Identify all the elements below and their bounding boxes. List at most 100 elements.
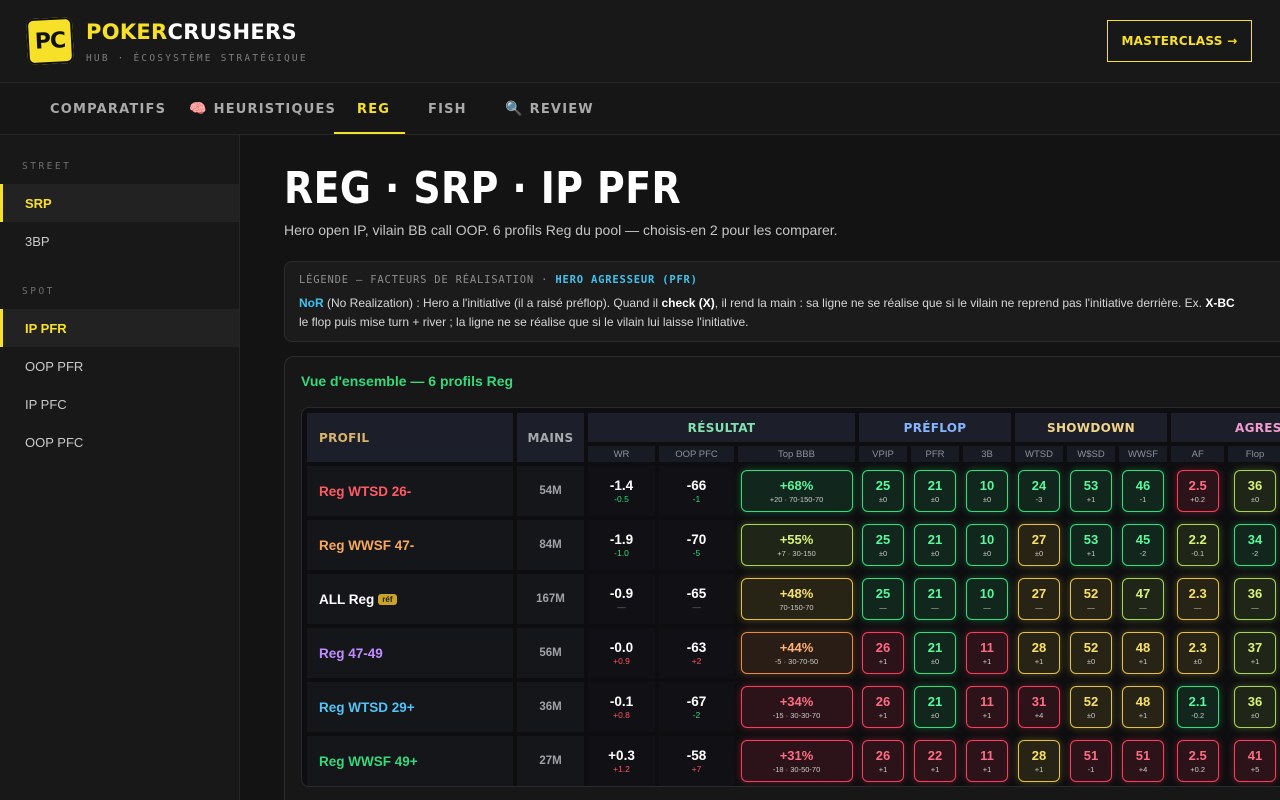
col-wtsd[interactable]: WTSD — [1015, 446, 1063, 462]
wr-cell: -0.1 +0.8 — [588, 682, 655, 732]
sidebar-item-oop-pfc[interactable]: OOP PFC — [0, 423, 239, 461]
top-bbb-box: +44% -5 · 30-70-50 — [740, 632, 853, 674]
wr-value: -0.1 — [609, 694, 634, 709]
tab-reg[interactable]: REG — [357, 83, 390, 135]
top-bbb-value: +44% — [779, 639, 814, 655]
tab-heuristiques[interactable]: 🧠 HEURISTIQUES — [189, 83, 336, 135]
profile-name-cell[interactable]: Reg WWSF 49+ — [307, 736, 513, 786]
wsd-cell: 52 ±0 — [1067, 682, 1115, 732]
wsd-delta: +1 — [1086, 494, 1096, 504]
col-pfr[interactable]: PFR — [911, 446, 959, 462]
profile-name-cell[interactable]: Reg 47-49 — [307, 628, 513, 678]
brand-name[interactable]: POKERCRUSHERS — [86, 20, 297, 44]
flop-value: 37 — [1247, 639, 1263, 655]
wtsd-cell: 27— — [1015, 574, 1063, 624]
af-value: 2.5 — [1188, 747, 1207, 763]
col-flop[interactable]: Flop — [1228, 446, 1280, 462]
profile-name: Reg WTSD 26- — [319, 483, 412, 499]
wtsd-value: 27 — [1031, 531, 1047, 547]
af-delta: ±0 — [1193, 656, 1202, 666]
wwsf-box: 51 +4 — [1122, 740, 1164, 782]
wsd-delta: ±0 — [1086, 710, 1096, 720]
profile-name-cell[interactable]: Reg WWSF 47- — [307, 520, 513, 570]
af-delta: +0.2 — [1190, 494, 1206, 504]
profile-name-cell[interactable]: ALL Reg réf — [307, 574, 513, 624]
top-bbb-cell: +44% -5 · 30-70-50 — [738, 628, 855, 678]
top-bbb-value: +34% — [779, 693, 814, 709]
sidebar-item-oop-pfr[interactable]: OOP PFR — [0, 347, 239, 385]
tab-comparatifs[interactable]: COMPARATIFS — [50, 83, 166, 135]
col-af[interactable]: AF — [1171, 446, 1225, 462]
profile-name-cell[interactable]: Reg WTSD 26- — [307, 466, 513, 516]
legend-heading-accent: HERO AGRESSEUR (PFR) — [555, 274, 698, 286]
wsd-value: 51 — [1083, 747, 1099, 763]
col-top-bbb[interactable]: Top BBB — [738, 446, 855, 462]
col-wr[interactable]: WR — [588, 446, 655, 462]
top-bbb-box: +68% +20 · 70-150-70 — [740, 470, 853, 512]
table-row[interactable]: Reg WTSD 29+ 36M -0.1 +0.8 -67 -2 +34% -15 · 30… — [307, 682, 1280, 732]
table-row[interactable]: ALL Reg réf 167M -0.9— -65— +48% 70-150-70 25—2… — [307, 574, 1280, 624]
oop-pfc-delta: +2 — [691, 656, 702, 666]
profile-name-cell[interactable]: Reg WTSD 29+ — [307, 682, 513, 732]
wsd-cell: 53 +1 — [1067, 520, 1115, 570]
af-box: 2.3 ±0 — [1176, 632, 1219, 674]
col-mains[interactable]: MAINS — [517, 413, 584, 462]
oop-pfc-cell: -65— — [659, 574, 734, 624]
wwsf-value: 48 — [1135, 693, 1151, 709]
table-row[interactable]: Reg WTSD 26- 54M -1.4 -0.5 -66 -1 +68% +20 · 70… — [307, 466, 1280, 516]
tab-fish[interactable]: FISH — [428, 83, 467, 135]
sidebar-item-3bp[interactable]: 3BP — [0, 222, 239, 260]
sidebar-item-srp[interactable]: SRP — [0, 184, 239, 222]
pfr-value: 21 — [927, 693, 943, 709]
sidebar-item-ip-pfc[interactable]: IP PFC — [0, 385, 239, 423]
logo[interactable]: PC — [25, 16, 75, 66]
table-row[interactable]: Reg 47-49 56M -0.0 +0.9 -63 +2 +44% -5 · 30-70-… — [307, 628, 1280, 678]
wwsf-delta: — — [1139, 602, 1147, 612]
flop-value: 36 — [1247, 477, 1263, 493]
flop-delta: +5 — [1250, 764, 1260, 774]
wsd-delta: +1 — [1086, 548, 1096, 558]
table-row[interactable]: Reg WWSF 49+ 27M +0.3 +1.2 -58 +7 +31% -18 · 30… — [307, 736, 1280, 786]
street-section-label: STREET — [22, 161, 72, 172]
col-vpip[interactable]: VPIP — [859, 446, 907, 462]
af-value: 2.1 — [1188, 693, 1207, 709]
oop-pfc-cell: -66 -1 — [659, 466, 734, 516]
top-bbb-cell: +31% -18 · 30-50-70 — [738, 736, 855, 786]
col-3b[interactable]: 3B — [963, 446, 1011, 462]
af-cell: 2.3— — [1171, 574, 1224, 624]
masterclass-button[interactable]: MASTERCLASS → — [1107, 20, 1252, 62]
flop-value: 36 — [1247, 693, 1263, 709]
af-value: 2.2 — [1188, 531, 1207, 547]
vpip-box: 26 +1 — [862, 686, 904, 728]
top-bbb-cell: +68% +20 · 70-150-70 — [738, 466, 855, 516]
vpip-box: 25— — [862, 578, 904, 620]
tab-review[interactable]: 🔍 REVIEW — [505, 83, 594, 135]
wr-cell: -1.9 -1.0 — [588, 520, 655, 570]
col-wsd[interactable]: W$SD — [1067, 446, 1115, 462]
af-value: 2.5 — [1188, 477, 1207, 493]
col-wwsf[interactable]: WWSF — [1119, 446, 1167, 462]
flop-box: 34 -2 — [1234, 524, 1277, 566]
flop-box: 41 +5 — [1234, 740, 1277, 782]
tb-value: 11 — [980, 639, 994, 655]
wsd-box: 52— — [1070, 578, 1112, 620]
top-bbb-detail: -5 · 30-70-50 — [774, 656, 819, 666]
table-row[interactable]: Reg WWSF 47- 84M -1.9 -1.0 -70 -5 +55% +7 · 30-… — [307, 520, 1280, 570]
col-oop-pfc[interactable]: OOP PFC — [659, 446, 734, 462]
af-cell: 2.2 -0.1 — [1171, 520, 1224, 570]
legend-heading: LÉGENDE — FACTEURS DE RÉALISATION · HERO… — [299, 274, 698, 286]
col-profil[interactable]: PROFIL — [307, 413, 513, 462]
tab-label: REVIEW — [529, 101, 594, 117]
reference-badge: réf — [378, 594, 397, 606]
wsd-box: 53 +1 — [1070, 470, 1112, 512]
vpip-delta: ±0 — [878, 494, 888, 504]
vpip-value: 25 — [875, 531, 891, 547]
sidebar-item-ip-pfr[interactable]: IP PFR — [0, 309, 239, 347]
pfr-value: 22 — [927, 747, 943, 763]
vpip-value: 25 — [875, 585, 891, 601]
tb-cell: 11 +1 — [963, 736, 1011, 786]
tb-box: 11 +1 — [966, 740, 1008, 782]
legend-text: , il rend la main : sa ligne ne se réali… — [714, 296, 1206, 310]
flop-value: 41 — [1247, 747, 1263, 763]
top-bbb-box: +48% 70-150-70 — [740, 578, 853, 620]
